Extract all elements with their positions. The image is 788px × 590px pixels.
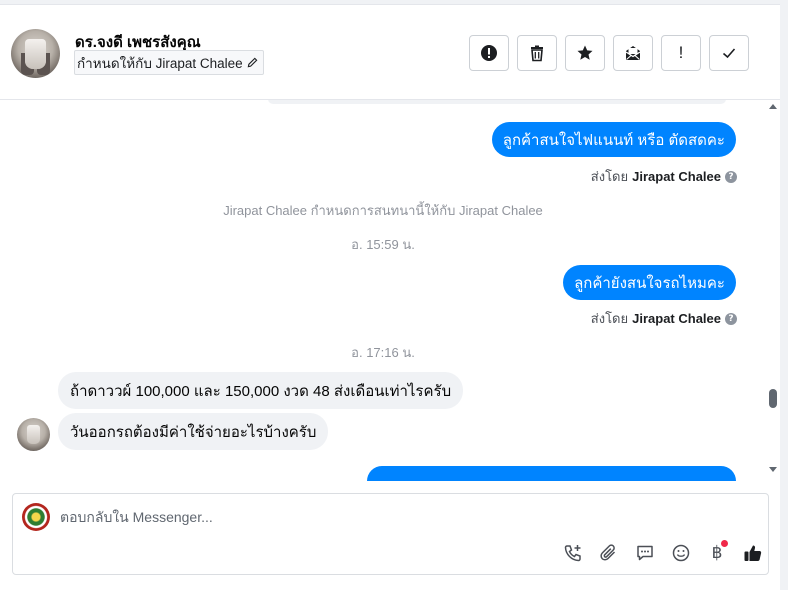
sender-name: Jirapat Chalee xyxy=(632,311,721,326)
delete-button[interactable] xyxy=(517,35,557,71)
outgoing-message-partial[interactable] xyxy=(367,466,736,481)
sent-by-prefix: ส่งโดย xyxy=(590,169,629,184)
timestamp: อ. 15:59 น. xyxy=(351,237,415,252)
saved-reply-icon xyxy=(637,545,653,561)
conversation-toolbar: ! xyxy=(469,35,749,71)
scroll-down-arrow-icon[interactable] xyxy=(769,467,777,472)
pencil-icon xyxy=(247,57,258,68)
composer-actions: ฿ xyxy=(555,540,771,566)
call-add-icon xyxy=(564,545,581,562)
help-icon[interactable]: ? xyxy=(725,312,737,325)
thumbs-up-icon xyxy=(744,545,762,561)
payment-button[interactable]: ฿ xyxy=(699,540,735,566)
mark-done-button[interactable] xyxy=(709,35,749,71)
mark-important-button[interactable]: ! xyxy=(661,35,701,71)
page-avatar xyxy=(22,503,50,531)
sent-by-label: ส่งโดย Jirapat Chalee ? xyxy=(591,308,737,329)
call-add-button[interactable] xyxy=(555,540,591,566)
reply-composer: ฿ xyxy=(12,493,769,575)
previous-message-bubble xyxy=(268,100,726,104)
help-icon[interactable]: ? xyxy=(725,170,737,183)
conversation-header: ดร.จงดี เพชรสังคุณ กำหนดให้กับ Jirapat C… xyxy=(0,5,780,100)
message-thread[interactable]: ลูกค้าสนใจไฟแนนท์ หรือ ตัดสดคะ ส่งโดย Ji… xyxy=(0,100,766,481)
sender-name: Jirapat Chalee xyxy=(632,169,721,184)
report-spam-button[interactable] xyxy=(469,35,509,71)
emoji-icon xyxy=(672,544,690,562)
timestamp: อ. 17:16 น. xyxy=(351,345,415,360)
saved-replies-button[interactable] xyxy=(627,540,663,566)
star-button[interactable] xyxy=(565,35,605,71)
incoming-message[interactable]: ถ้าดาววผ์ 100,000 และ 150,000 งวด 48 ส่ง… xyxy=(58,372,464,409)
report-spam-icon xyxy=(481,45,497,61)
system-assignment-notice: Jirapat Chalee กำหนดการสนทนานี้ให้กับ Ji… xyxy=(223,203,543,218)
attach-file-button[interactable] xyxy=(591,540,627,566)
outgoing-message[interactable]: ลูกค้าสนใจไฟแนนท์ หรือ ตัดสดคะ xyxy=(491,122,736,157)
thread-scrollbar[interactable] xyxy=(766,100,780,481)
baht-payment-icon: ฿ xyxy=(711,543,723,563)
assign-button[interactable]: กำหนดให้กับ Jirapat Chalee xyxy=(74,50,264,75)
exclamation-icon: ! xyxy=(678,43,684,62)
incoming-message[interactable]: วันออกรถต้องมีค่าใช้จ่ายอะไรบ้างครับ xyxy=(58,413,329,450)
attachment-icon xyxy=(600,544,616,561)
mark-unread-button[interactable] xyxy=(613,35,653,71)
mark-unread-icon xyxy=(625,46,641,60)
notification-dot xyxy=(721,540,728,547)
assign-label: กำหนดให้กับ Jirapat Chalee xyxy=(77,55,243,71)
scroll-thumb[interactable] xyxy=(769,389,777,408)
like-button[interactable] xyxy=(735,540,771,566)
checkmark-icon xyxy=(722,48,736,59)
scroll-up-arrow-icon[interactable] xyxy=(769,104,777,109)
emoji-button[interactable] xyxy=(663,540,699,566)
sent-by-prefix: ส่งโดย xyxy=(590,311,629,326)
window-edge xyxy=(780,0,788,590)
contact-avatar[interactable] xyxy=(11,29,60,78)
sent-by-label: ส่งโดย Jirapat Chalee ? xyxy=(591,166,737,187)
contact-avatar-small[interactable] xyxy=(17,418,50,451)
star-icon xyxy=(577,45,593,60)
outgoing-message[interactable]: ลูกค้ายังสนใจรถไหมคะ xyxy=(563,265,736,300)
reply-input[interactable] xyxy=(60,506,660,528)
trash-icon xyxy=(531,45,543,62)
